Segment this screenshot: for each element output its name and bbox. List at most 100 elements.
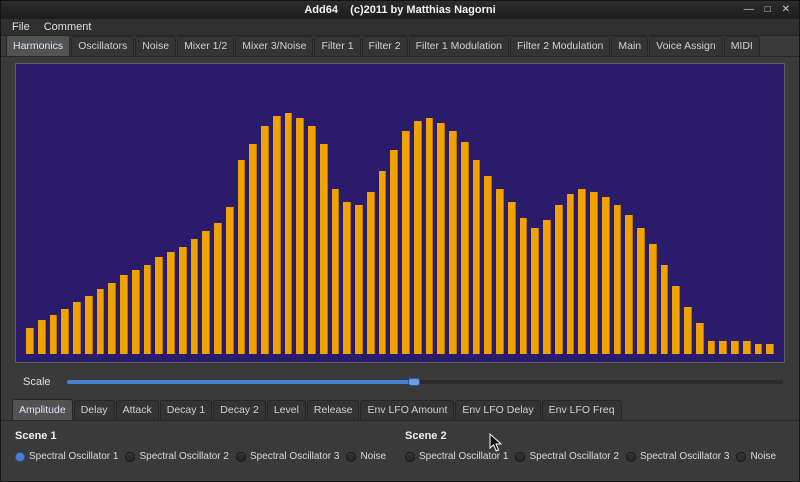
harmonic-bar-30[interactable]	[367, 192, 375, 354]
tab-env-lfo-delay[interactable]: Env LFO Delay	[455, 400, 540, 420]
radio-icon[interactable]	[346, 452, 356, 462]
tab-level[interactable]: Level	[267, 400, 306, 420]
harmonic-bar-27[interactable]	[332, 189, 340, 354]
radio-icon[interactable]	[15, 452, 25, 462]
harmonic-bar-43[interactable]	[520, 218, 528, 354]
radio-icon[interactable]	[125, 452, 135, 462]
tab-noise[interactable]: Noise	[135, 36, 176, 56]
harmonic-bar-45[interactable]	[543, 220, 551, 354]
harmonic-bar-3[interactable]	[50, 315, 58, 354]
harmonic-bar-36[interactable]	[437, 123, 445, 354]
harmonic-bar-28[interactable]	[343, 202, 351, 354]
harmonic-bar-40[interactable]	[484, 176, 492, 354]
titlebar[interactable]: Add64 (c)2011 by Matthias Nagorni — □ ✕	[1, 1, 799, 19]
harmonic-bar-39[interactable]	[473, 160, 481, 354]
harmonic-bar-59[interactable]	[708, 341, 716, 354]
harmonic-bar-26[interactable]	[320, 144, 328, 354]
harmonic-bar-58[interactable]	[696, 323, 704, 354]
harmonic-bar-15[interactable]	[191, 239, 199, 354]
radio-icon[interactable]	[626, 452, 636, 462]
harmonic-bar-24[interactable]	[296, 118, 304, 354]
menu-comment[interactable]: Comment	[37, 20, 99, 34]
close-button[interactable]: ✕	[782, 1, 790, 19]
radio-option-scene-1-spectral-oscillator-1[interactable]: Spectral Oscillator 1	[15, 451, 118, 462]
harmonic-bar-20[interactable]	[249, 144, 257, 354]
tab-decay-1[interactable]: Decay 1	[160, 400, 213, 420]
radio-icon[interactable]	[405, 452, 415, 462]
slider-handle[interactable]	[408, 378, 420, 386]
harmonic-bar-32[interactable]	[390, 150, 398, 354]
radio-option-scene-1-noise[interactable]: Noise	[346, 451, 386, 462]
tab-filter-2[interactable]: Filter 2	[362, 36, 408, 56]
harmonic-bar-11[interactable]	[144, 265, 152, 354]
harmonic-bar-46[interactable]	[555, 205, 563, 354]
tab-mixer-1-2[interactable]: Mixer 1/2	[177, 36, 234, 56]
harmonic-bar-38[interactable]	[461, 142, 469, 354]
tab-filter-1[interactable]: Filter 1	[314, 36, 360, 56]
harmonic-bar-34[interactable]	[414, 121, 422, 354]
harmonic-bar-47[interactable]	[567, 194, 575, 354]
harmonic-bar-14[interactable]	[179, 247, 187, 354]
harmonic-bar-10[interactable]	[132, 270, 140, 354]
harmonic-bar-25[interactable]	[308, 126, 316, 354]
harmonic-bar-29[interactable]	[355, 205, 363, 354]
tab-mixer-3-noise[interactable]: Mixer 3/Noise	[235, 36, 313, 56]
harmonic-bar-64[interactable]	[766, 344, 774, 354]
harmonic-bar-53[interactable]	[637, 228, 645, 354]
harmonic-bar-56[interactable]	[672, 286, 680, 354]
radio-option-scene-2-noise[interactable]: Noise	[736, 451, 776, 462]
harmonic-bar-18[interactable]	[226, 207, 234, 354]
tab-delay[interactable]: Delay	[74, 400, 115, 420]
radio-option-scene-2-spectral-oscillator-3[interactable]: Spectral Oscillator 3	[626, 451, 729, 462]
minimize-button[interactable]: —	[744, 1, 754, 19]
tab-release[interactable]: Release	[307, 400, 360, 420]
harmonic-bar-63[interactable]	[755, 344, 763, 354]
harmonic-bar-44[interactable]	[531, 228, 539, 354]
harmonic-bar-19[interactable]	[238, 160, 246, 354]
tab-attack[interactable]: Attack	[116, 400, 159, 420]
tab-filter-2-modulation[interactable]: Filter 2 Modulation	[510, 36, 610, 56]
radio-option-scene-1-spectral-oscillator-3[interactable]: Spectral Oscillator 3	[236, 451, 339, 462]
harmonic-bar-61[interactable]	[731, 341, 739, 354]
radio-icon[interactable]	[236, 452, 246, 462]
radio-option-scene-1-spectral-oscillator-2[interactable]: Spectral Oscillator 2	[125, 451, 228, 462]
radio-option-scene-2-spectral-oscillator-2[interactable]: Spectral Oscillator 2	[515, 451, 618, 462]
harmonic-bar-51[interactable]	[614, 205, 622, 354]
harmonic-bar-23[interactable]	[285, 113, 293, 354]
harmonic-bar-41[interactable]	[496, 189, 504, 354]
harmonic-bar-60[interactable]	[719, 341, 727, 354]
harmonic-bar-2[interactable]	[38, 320, 46, 354]
harmonic-bar-52[interactable]	[625, 215, 633, 354]
harmonic-bar-8[interactable]	[108, 283, 116, 354]
harmonic-bar-21[interactable]	[261, 126, 269, 354]
radio-icon[interactable]	[515, 452, 525, 462]
harmonic-bar-33[interactable]	[402, 131, 410, 354]
harmonic-bar-57[interactable]	[684, 307, 692, 354]
harmonics-bar-chart[interactable]	[16, 64, 784, 362]
tab-decay-2[interactable]: Decay 2	[213, 400, 266, 420]
harmonic-bar-62[interactable]	[743, 341, 751, 354]
harmonic-bar-54[interactable]	[649, 244, 657, 354]
harmonic-bar-17[interactable]	[214, 223, 222, 354]
tab-filter-1-modulation[interactable]: Filter 1 Modulation	[409, 36, 509, 56]
harmonic-bar-42[interactable]	[508, 202, 516, 354]
harmonic-bar-12[interactable]	[155, 257, 163, 354]
harmonic-bar-5[interactable]	[73, 302, 81, 354]
harmonic-bar-16[interactable]	[202, 231, 210, 354]
radio-option-scene-2-spectral-oscillator-1[interactable]: Spectral Oscillator 1	[405, 451, 508, 462]
harmonic-bar-1[interactable]	[26, 328, 34, 354]
menu-file[interactable]: File	[5, 20, 37, 34]
tab-env-lfo-amount[interactable]: Env LFO Amount	[360, 400, 454, 420]
harmonic-bar-35[interactable]	[426, 118, 434, 354]
tab-amplitude[interactable]: Amplitude	[12, 399, 73, 420]
tab-oscillators[interactable]: Oscillators	[71, 36, 134, 56]
tab-env-lfo-freq[interactable]: Env LFO Freq	[542, 400, 622, 420]
harmonic-bar-49[interactable]	[590, 192, 598, 354]
tab-harmonics[interactable]: Harmonics	[6, 35, 70, 56]
scale-slider[interactable]	[67, 375, 783, 389]
harmonic-bar-31[interactable]	[379, 171, 387, 354]
harmonic-bar-48[interactable]	[578, 189, 586, 354]
harmonic-bar-37[interactable]	[449, 131, 457, 354]
harmonic-bar-55[interactable]	[661, 265, 669, 354]
harmonic-bar-7[interactable]	[97, 289, 105, 355]
